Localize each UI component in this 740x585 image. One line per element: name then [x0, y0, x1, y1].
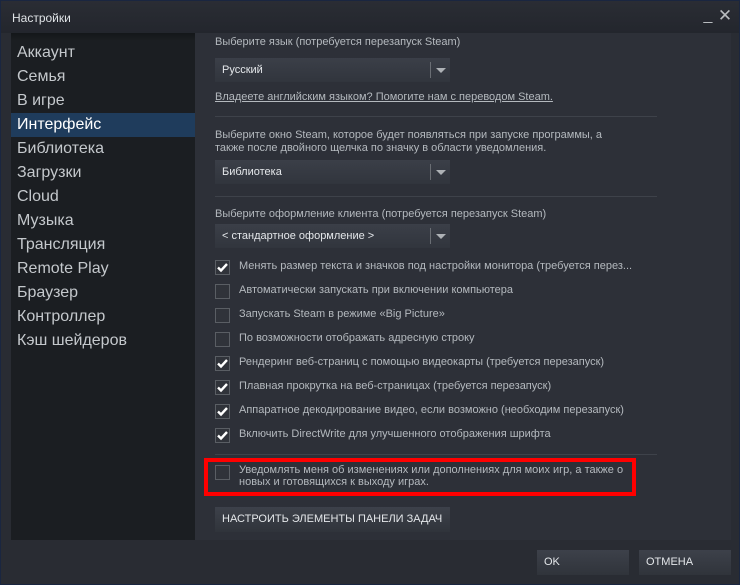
sidebar-item[interactable]: Кэш шейдеров [11, 329, 195, 353]
checkbox-label: Включить DirectWrite для улучшенного ото… [239, 428, 551, 440]
sidebar-item[interactable]: Remote Play [11, 257, 195, 281]
sidebar-item[interactable]: Cloud [11, 185, 195, 209]
sidebar-item[interactable]: Библиотека [11, 137, 195, 161]
red-highlight-box [204, 458, 636, 496]
close-icon[interactable]: ✕ [716, 6, 734, 26]
checkmark-icon [217, 359, 228, 369]
sidebar-item[interactable]: Трансляция [11, 233, 195, 257]
setting-checkbox-row[interactable]: Аппаратное декодирование видео, если воз… [215, 402, 715, 420]
sidebar-item[interactable]: Музыка [11, 209, 195, 233]
checkmark-icon [217, 407, 228, 417]
sidebar-item[interactable]: Семья [11, 65, 195, 89]
settings-sidebar: Аккаунт Семья В игре Интерфейс Библиотека Заг… [11, 33, 195, 540]
customize-taskbar-button[interactable]: НАСТРОИТЬ ЭЛЕМЕНТЫ ПАНЕЛИ ЗАДАЧ [215, 507, 450, 532]
sidebar-item[interactable]: Аккаунт [11, 41, 195, 65]
start-window-dropdown[interactable]: Библиотека [215, 160, 450, 184]
cancel-button[interactable]: ОТМЕНА [639, 550, 731, 575]
setting-checkbox-row[interactable]: Автоматически запускать при включении ко… [215, 282, 715, 300]
setting-checkbox-row[interactable]: По возможности отображать адресную строк… [215, 330, 715, 348]
sidebar-item[interactable]: Загрузки [11, 161, 195, 185]
checkbox-label: Рендеринг веб-страниц с помощью видеокар… [239, 356, 605, 368]
checkbox-label: Менять размер текста и значков под настр… [239, 260, 633, 272]
skin-label: Выберите оформление клиента (потребуется… [215, 208, 547, 220]
dropdown-separator [430, 164, 431, 180]
checkbox-label: Аппаратное декодирование видео, если воз… [239, 404, 624, 416]
setting-checkbox-row[interactable]: Плавная прокрутка на веб-страницах (треб… [215, 378, 715, 396]
sidebar-item[interactable]: Интерфейс [11, 113, 195, 137]
divider [215, 116, 657, 117]
setting-checkbox-row[interactable]: Рендеринг веб-страниц с помощью видеокар… [215, 354, 715, 372]
settings-window: Настройки _ ✕ Аккаунт Семья В игре Интерфей… [0, 0, 740, 585]
divider [215, 454, 657, 455]
checkbox-unchecked[interactable] [215, 284, 230, 299]
minimize-icon[interactable]: _ [699, 6, 717, 26]
language-value: Русский [222, 64, 263, 76]
checkbox-checked[interactable] [215, 356, 230, 371]
checkbox-label: Плавная прокрутка на веб-страницах (треб… [239, 380, 552, 392]
start-window-label-line2: также после двойного щелчка по значку в … [215, 142, 547, 154]
skin-value: < стандартное оформление > [222, 230, 375, 242]
chevron-down-icon [436, 68, 446, 73]
chevron-down-icon [436, 234, 446, 239]
interface-settings-panel: Выберите язык (потребуется перезапуск St… [195, 33, 731, 540]
checkbox-unchecked[interactable] [215, 308, 230, 323]
language-dropdown[interactable]: Русский [215, 58, 450, 82]
setting-checkbox-row[interactable]: Запускать Steam в режиме «Big Picture» [215, 306, 715, 324]
checkmark-icon [217, 383, 228, 393]
skin-dropdown[interactable]: < стандартное оформление > [215, 224, 450, 248]
start-window-value: Библиотека [222, 166, 282, 178]
checkbox-label: Запускать Steam в режиме «Big Picture» [239, 308, 445, 320]
checkmark-icon [217, 431, 228, 441]
checkbox-label: По возможности отображать адресную строк… [239, 332, 475, 344]
sidebar-item[interactable]: Контроллер [11, 305, 195, 329]
checkbox-checked[interactable] [215, 380, 230, 395]
sidebar-item[interactable]: В игре [11, 89, 195, 113]
checkmark-icon [217, 263, 228, 273]
checkbox-label: Автоматически запускать при включении ко… [239, 284, 514, 296]
dropdown-separator [430, 62, 431, 78]
window-title: Настройки [12, 11, 71, 25]
divider [215, 196, 657, 197]
translation-help-link[interactable]: Владеете английским языком? Помогите нам… [215, 91, 553, 103]
setting-checkbox-row[interactable]: Менять размер текста и значков под настр… [215, 258, 715, 276]
chevron-down-icon [436, 170, 446, 175]
checkbox-unchecked[interactable] [215, 332, 230, 347]
setting-checkbox-row[interactable]: Включить DirectWrite для улучшенного ото… [215, 426, 715, 444]
start-window-label-line1: Выберите окно Steam, которое будет появл… [215, 129, 603, 141]
dialog-footer: OK ОТМЕНА [1, 540, 739, 584]
sidebar-item[interactable]: Браузер [11, 281, 195, 305]
checkbox-checked[interactable] [215, 260, 230, 275]
checkbox-checked[interactable] [215, 428, 230, 443]
language-label: Выберите язык (потребуется перезапуск St… [215, 36, 461, 48]
ok-button[interactable]: OK [537, 550, 629, 575]
checkbox-checked[interactable] [215, 404, 230, 419]
title-bar[interactable]: Настройки _ ✕ [1, 1, 739, 33]
dropdown-separator [430, 228, 431, 244]
